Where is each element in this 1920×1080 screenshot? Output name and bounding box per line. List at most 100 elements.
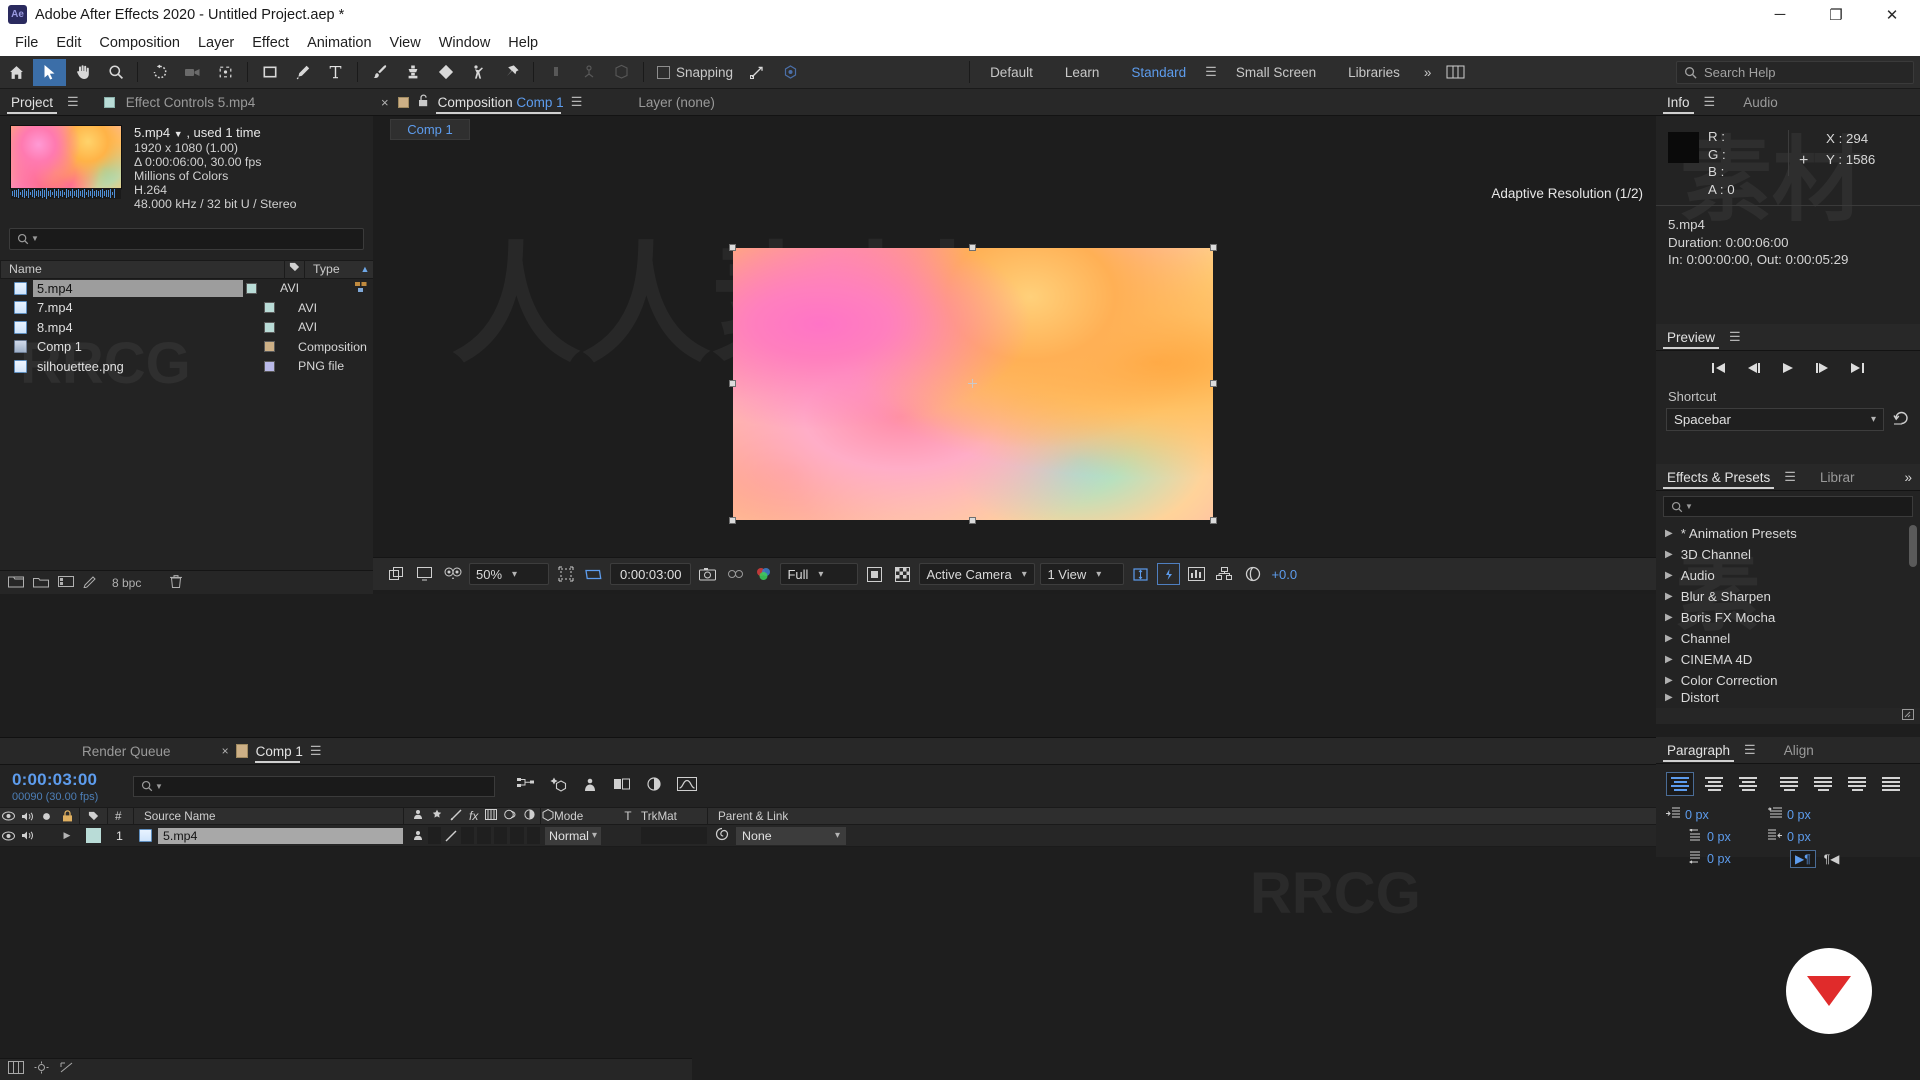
enable-motion-blur-icon[interactable] [645,776,663,796]
zoom-level-select[interactable]: 50% ▾ [469,563,549,585]
justify-last-right-button[interactable] [1843,772,1871,796]
anchor-point-icon[interactable] [968,379,977,388]
sort-ascending-icon[interactable]: ▲ [357,264,373,274]
pickwhip-icon[interactable] [715,827,729,844]
composition-viewer-canvas-area[interactable]: 人人素材 RRCG Adaptive Resolution (1/2) [373,140,1656,557]
justify-last-center-button[interactable] [1809,772,1837,796]
maximize-button[interactable]: ❐ [1808,0,1864,29]
layer-label-swatch[interactable] [79,828,107,843]
clone-stamp-tool-icon[interactable] [396,59,429,86]
effects-category-animation-presets[interactable]: ▶ * Animation Presets [1656,523,1920,544]
pen-tool-icon[interactable] [286,59,319,86]
project-item-8mp4[interactable]: 8.mp4 AVI [0,318,373,338]
tab-comp1[interactable]: Comp 1 [248,738,307,765]
pixel-aspect-correction-icon[interactable] [1129,563,1152,585]
toggle-mask-icon[interactable] [441,563,464,585]
quality-switch-icon[interactable] [450,809,462,824]
selection-handle[interactable] [969,517,976,524]
effects-switch-icon[interactable]: fx [469,809,478,823]
selection-handle[interactable] [1210,244,1217,251]
brush-tool-icon[interactable] [363,59,396,86]
camera-tool-icon[interactable] [176,59,209,86]
puppet-pin-tool-icon[interactable] [495,59,528,86]
toggle-transparency-grid-icon[interactable] [863,563,886,585]
axis-tool-icon[interactable] [539,59,572,86]
align-left-button[interactable] [1666,772,1694,796]
workspace-menu-icon[interactable]: ☰ [1202,64,1220,80]
show-snapshot-icon[interactable] [724,563,747,585]
next-frame-icon[interactable] [1814,361,1830,379]
home-icon[interactable] [0,59,33,86]
selection-handle[interactable] [969,244,976,251]
indent-first-line[interactable]: 0 px [1768,804,1848,826]
selection-handle[interactable] [729,380,736,387]
item-label-swatch[interactable] [246,282,257,294]
snap-grid-icon[interactable] [774,59,807,86]
composition-panel-menu-icon[interactable]: ☰ [568,94,586,110]
effects-resize-handle[interactable] [1902,707,1914,725]
region-of-interest-icon[interactable] [582,563,605,585]
layer-visibility-toggle[interactable] [0,831,17,841]
timeline-graph-icon[interactable] [1185,563,1208,585]
solo-icon[interactable] [37,811,55,822]
column-source-name[interactable]: Source Name [133,807,403,825]
effects-category-3d-channel[interactable]: ▶ 3D Channel [1656,544,1920,565]
workspace-overflow[interactable]: » [1416,56,1440,89]
effects-category-cinema-4d[interactable]: ▶ CINEMA 4D [1656,649,1920,670]
lock-icon[interactable] [418,94,429,110]
workspace-standard[interactable]: Standard [1115,56,1202,89]
zoom-tool-icon[interactable] [99,59,132,86]
workspace-small-screen[interactable]: Small Screen [1220,56,1332,89]
indent-right-margin[interactable]: 0 px [1768,826,1848,848]
label-column-icon[interactable] [79,807,107,825]
adjustment-layer-switch-icon[interactable] [524,809,535,823]
space-before-paragraph[interactable]: 0 px [1688,826,1768,848]
cube-axis-icon[interactable] [605,59,638,86]
layer-adjustment-toggle[interactable] [510,827,524,844]
item-label-swatch[interactable] [264,321,275,333]
effects-panel-menu-icon[interactable]: ☰ [1781,469,1799,485]
eraser-tool-icon[interactable] [429,59,462,86]
effects-category-blur-sharpen[interactable]: ▶ Blur & Sharpen [1656,586,1920,607]
effects-scrollbar[interactable] [1909,525,1917,567]
indent-left-margin[interactable]: 0 px [1666,804,1746,826]
tab-project[interactable]: Project [0,89,64,116]
align-center-button[interactable] [1700,772,1728,796]
composition-frame[interactable] [729,244,1217,524]
item-label-swatch[interactable] [264,341,275,353]
effects-overflow[interactable]: » [1893,464,1920,491]
column-name[interactable]: Name [0,259,284,279]
frame-blend-switch-icon[interactable] [485,809,498,823]
layer-source-name-cell[interactable]: 5.mp4 [133,827,403,844]
reset-shortcut-icon[interactable] [1893,410,1910,430]
toggle-alpha-icon[interactable] [385,563,408,585]
column-t[interactable]: T [615,810,641,823]
tab-effect-controls[interactable]: Effect Controls 5.mp4 [115,89,267,116]
timeline-panel-menu-icon[interactable]: ☰ [307,743,325,759]
tab-preview[interactable]: Preview [1656,324,1726,351]
camera-view-select[interactable]: Active Camera ▾ [919,563,1036,585]
rotation-tool-icon[interactable] [143,59,176,86]
snapping-checkbox[interactable] [657,65,670,79]
menu-item-window[interactable]: Window [430,33,500,53]
project-item-5mp4[interactable]: 5.mp4 AVI [0,279,373,299]
column-mode[interactable]: Mode [540,807,615,825]
layer-parent-select[interactable]: None ▾ [736,826,846,845]
video-visibility-icon[interactable] [0,811,17,821]
layer-frame-blend-toggle[interactable] [477,827,491,844]
anchor-point-tool-icon[interactable] [209,59,242,86]
comp-flowchart-icon[interactable] [1213,563,1236,585]
audio-icon[interactable] [17,811,37,822]
project-item-comp1[interactable]: Comp 1 Composition [0,337,373,357]
tab-paragraph[interactable]: Paragraph [1656,737,1741,764]
play-icon[interactable] [1781,361,1795,379]
column-trkmat[interactable]: TrkMat [641,810,707,823]
project-settings-icon[interactable] [83,575,97,591]
column-label-icon[interactable] [284,259,304,279]
type-tool-icon[interactable] [319,59,352,86]
close-composition-icon[interactable]: × [381,95,389,110]
timeline-settings-icon[interactable] [34,1061,49,1079]
exposure-value[interactable]: +0.0 [1271,567,1297,582]
justify-all-button[interactable] [1877,772,1905,796]
snap-arrow-icon[interactable] [741,59,774,86]
